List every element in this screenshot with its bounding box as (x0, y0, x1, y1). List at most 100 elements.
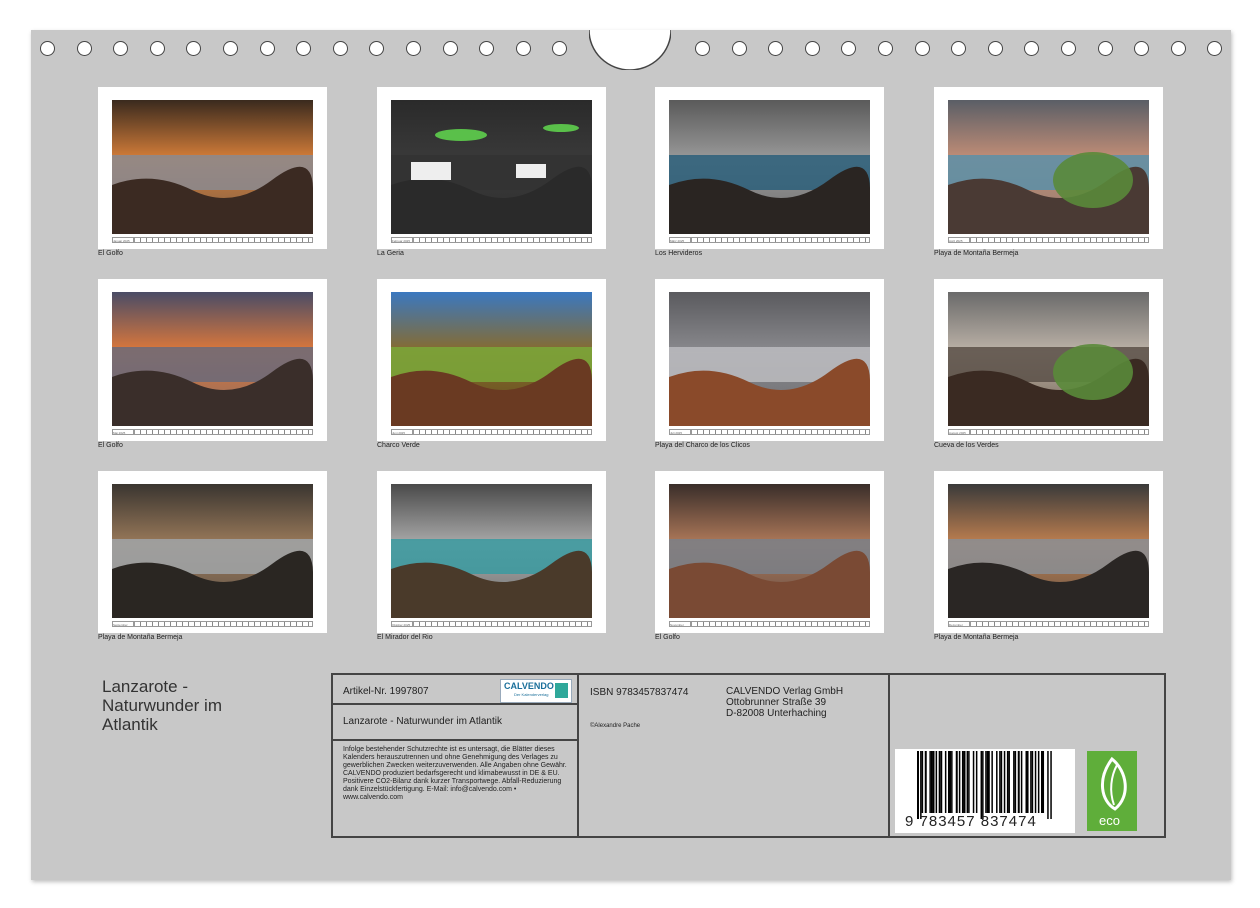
binding-hole (332, 41, 348, 56)
day-cells (691, 237, 870, 243)
photo-image (112, 100, 313, 234)
binding-hole (1097, 41, 1113, 56)
binding-hole (223, 41, 238, 56)
month-label: Juni 2025 (391, 429, 413, 435)
photo-image (112, 484, 313, 618)
binding-hole (768, 41, 784, 56)
binding-hole (479, 41, 495, 56)
day-cells (970, 237, 1149, 243)
month-date-strip: Juni 2025 (391, 429, 592, 435)
binding-hole (1170, 41, 1186, 56)
binding-hole (296, 41, 312, 56)
info-box: Artikel-Nr. 1997807 CALVENDO Der Kalende… (331, 673, 1166, 838)
photo-image (669, 484, 870, 618)
calendar-page-thumbnail: Mai 2025 (98, 279, 327, 441)
photo-image (391, 292, 592, 426)
month-label: November 2025 (669, 621, 691, 627)
photo-image (669, 100, 870, 234)
month-date-strip: Dezember 2025 (948, 621, 1149, 627)
legal-text: Infolge bestehender Schutzrechte ist es … (343, 746, 567, 801)
month-date-strip: Oktober 2025 (391, 621, 592, 627)
binding-hole (186, 41, 202, 56)
day-cells (413, 237, 592, 243)
month-label: Mai 2025 (112, 429, 134, 435)
month-label: Oktober 2025 (391, 621, 413, 627)
calendar-page-thumbnail: Dezember 2025 (934, 471, 1163, 633)
month-date-strip: März 2025 (669, 237, 870, 243)
month-date-strip: August 2025 (948, 429, 1149, 435)
binding-hole (76, 41, 92, 56)
binding-hole (951, 41, 967, 56)
binding-hole (369, 41, 385, 56)
photo-image (391, 100, 592, 234)
calendar-page-thumbnail: September 2025 (98, 471, 327, 633)
photo-caption: Charco Verde (377, 442, 420, 449)
day-cells (413, 621, 592, 627)
binding-hole (1134, 41, 1150, 56)
landscape-photo (669, 484, 870, 618)
eco-label: eco (1099, 813, 1120, 828)
landscape-photo (391, 100, 592, 234)
title-line-2: Naturwunder im (102, 696, 222, 715)
month-label: Februar 2025 (391, 237, 413, 243)
binding-hole (804, 41, 820, 56)
barcode: 9 783457 837474 (895, 749, 1075, 833)
publisher-name: CALVENDO Verlag GmbH (726, 686, 844, 697)
calvendo-logo: CALVENDO Der Kalenderverlag (500, 679, 572, 703)
binding-hole (442, 41, 458, 56)
hanger-notch (589, 29, 671, 70)
landscape-photo (948, 484, 1149, 618)
calendar-page-thumbnail: Oktober 2025 (377, 471, 606, 633)
photo-caption: Playa del Charco de los Clicos (655, 442, 750, 449)
binding-hole (259, 41, 275, 56)
binding-hole (515, 41, 531, 56)
day-cells (134, 429, 313, 435)
photo-image (948, 292, 1149, 426)
barcode-number: 9 783457 837474 (905, 813, 1037, 830)
calendar-page-thumbnail: Juni 2025 (377, 279, 606, 441)
eco-badge: eco (1087, 751, 1137, 831)
title-line-1: Lanzarote - (102, 677, 188, 696)
publisher-street: Ottobrunner Straße 39 (726, 697, 827, 708)
article-number: Artikel-Nr. 1997807 (343, 686, 429, 697)
landscape-photo (391, 292, 592, 426)
photo-caption: La Geria (377, 250, 404, 257)
binding-hole (731, 41, 747, 56)
landscape-photo (948, 100, 1149, 234)
isbn: ISBN 9783457837474 (590, 687, 689, 698)
calendar-page-thumbnail: April 2025 (934, 87, 1163, 249)
photo-image (391, 484, 592, 618)
month-date-strip: Juli 2025 (669, 429, 870, 435)
binding-hole (841, 41, 857, 56)
photo-image (948, 484, 1149, 618)
binding-hole (113, 41, 129, 56)
binding-hole (987, 41, 1003, 56)
day-cells (970, 429, 1149, 435)
calendar-title: Lanzarote - Naturwunder im Atlantik (102, 677, 222, 734)
month-label: Dezember 2025 (948, 621, 970, 627)
day-cells (134, 237, 313, 243)
landscape-photo (669, 292, 870, 426)
photo-caption: El Golfo (98, 250, 123, 257)
binding-hole (552, 41, 568, 56)
month-date-strip: April 2025 (948, 237, 1149, 243)
binding-hole (149, 41, 165, 56)
binding-hole (695, 41, 710, 56)
calendar-page-thumbnail: März 2025 (655, 87, 884, 249)
month-date-strip: Mai 2025 (112, 429, 313, 435)
landscape-photo (112, 484, 313, 618)
photo-caption: El Mirador del Rio (377, 634, 433, 641)
binding-hole (406, 41, 421, 56)
calendar-page-thumbnail: August 2025 (934, 279, 1163, 441)
calendar-title-text: Lanzarote - Naturwunder im Atlantik (343, 716, 502, 727)
photo-image (669, 292, 870, 426)
landscape-photo (669, 100, 870, 234)
landscape-photo (112, 100, 313, 234)
calendar-page-thumbnail: Juli 2025 (655, 279, 884, 441)
calvendo-mark-icon (555, 683, 568, 698)
publisher-city: D-82008 Unterhaching (726, 708, 827, 719)
binding-hole (40, 41, 55, 56)
month-date-strip: Februar 2025 (391, 237, 592, 243)
month-date-strip: November 2025 (669, 621, 870, 627)
binding-hole (914, 41, 930, 56)
